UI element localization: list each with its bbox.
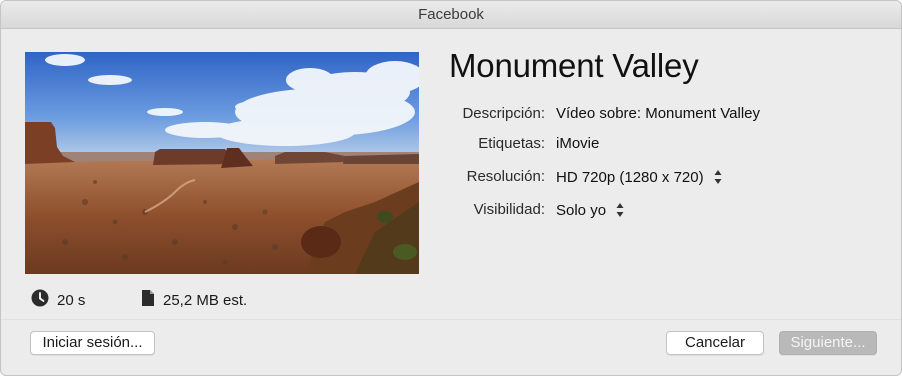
description-row: Descripción: Vídeo sobre: Monument Valle… <box>401 105 881 127</box>
visibility-row: Visibilidad: Solo yo <box>401 201 881 223</box>
document-icon <box>141 289 155 312</box>
clock-icon <box>31 289 49 312</box>
resolution-value: HD 720p (1280 x 720) <box>556 168 704 186</box>
duration-info: 20 s <box>31 289 85 312</box>
visibility-label: Visibilidad: <box>473 201 545 218</box>
share-dialog: Facebook 20 s 25,2 MB est. Monument Vall… <box>0 0 902 376</box>
description-field[interactable]: Vídeo sobre: Monument Valley <box>556 105 760 122</box>
duration-text: 20 s <box>57 292 86 309</box>
resolution-label: Resolución: <box>466 168 545 185</box>
tags-field[interactable]: iMovie <box>556 135 599 152</box>
footer-divider <box>1 319 901 320</box>
up-down-arrows-icon <box>616 201 624 219</box>
tags-label: Etiquetas: <box>478 135 545 152</box>
visibility-select[interactable]: Solo yo <box>556 201 624 219</box>
resolution-select[interactable]: HD 720p (1280 x 720) <box>556 168 722 186</box>
file-size-text: 25,2 MB est. <box>163 292 248 309</box>
visibility-value: Solo yo <box>556 201 607 219</box>
description-label: Descripción: <box>462 105 545 122</box>
cancel-button[interactable]: Cancelar <box>666 331 764 355</box>
up-down-arrows-icon <box>714 168 722 186</box>
file-size-info: 25,2 MB est. <box>141 289 247 312</box>
tags-row: Etiquetas: iMovie <box>401 135 881 157</box>
video-title: Monument Valley <box>449 47 699 84</box>
sign-in-button[interactable]: Iniciar sesión... <box>30 331 155 355</box>
next-button[interactable]: Siguiente... <box>779 331 877 355</box>
resolution-row: Resolución: HD 720p (1280 x 720) <box>401 168 881 190</box>
window-title: Facebook <box>1 1 901 29</box>
video-thumbnail <box>25 52 419 274</box>
